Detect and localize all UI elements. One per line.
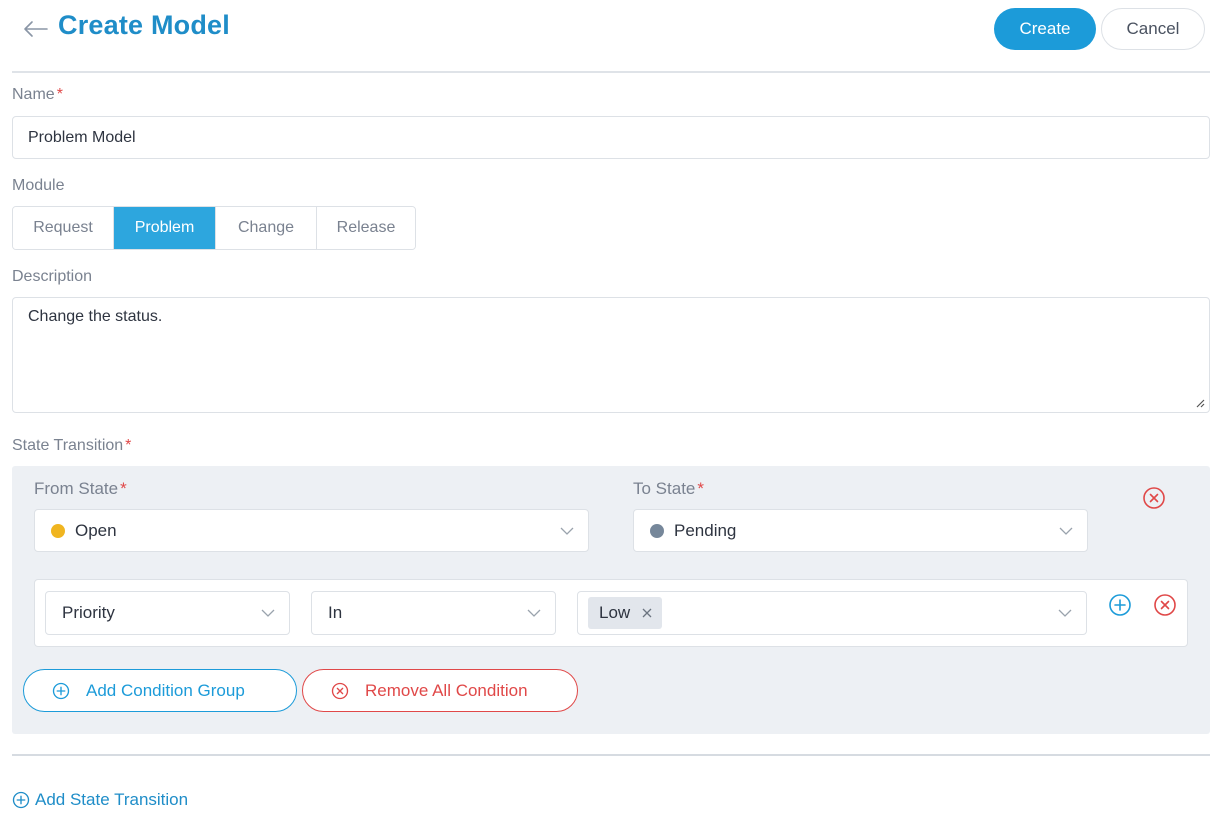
pending-status-dot [650,523,664,538]
module-option-request[interactable]: Request [13,207,114,249]
module-label: Module [12,177,65,194]
module-option-change[interactable]: Change [216,207,317,249]
tag-label: Low [599,603,631,622]
chevron-down-icon [261,609,275,617]
condition-field-select[interactable]: Priority [45,591,290,635]
state-transition-label: State Transition * [12,437,132,454]
remove-all-condition-button[interactable]: Remove All Condition [302,669,578,712]
chevron-down-icon [560,527,574,535]
required-mark: * [56,86,63,103]
description-value: Change the status. [28,308,163,325]
name-input[interactable]: Problem Model [12,116,1210,159]
from-state-value: Open [75,520,117,540]
required-mark: * [125,437,132,454]
from-state-label: From State * [34,479,127,498]
page-title: Create Model [58,10,230,40]
add-condition-icon[interactable] [1108,593,1132,617]
add-state-transition-label: Add State Transition [35,790,189,809]
circle-plus-icon [52,682,70,699]
to-state-label: To State * [633,479,704,498]
condition-value-multiselect[interactable]: Low [577,591,1087,635]
condition-row: Priority In Low [34,579,1188,647]
module-option-release[interactable]: Release [317,207,415,249]
add-condition-group-button[interactable]: Add Condition Group [23,669,297,712]
condition-value-tag: Low [588,597,663,629]
to-state-value: Pending [674,520,737,540]
condition-operator-value: In [328,603,343,622]
condition-operator-select[interactable]: In [311,591,556,635]
section-divider [12,754,1210,756]
remove-all-condition-label: Remove All Condition [365,680,528,700]
close-icon[interactable] [642,608,652,618]
condition-field-value: Priority [62,603,115,622]
description-textarea[interactable]: Change the status. [12,297,1210,413]
from-state-select[interactable]: Open [34,509,589,552]
chevron-down-icon [527,609,541,617]
page-header: Create Model Create Cancel [0,0,1232,72]
description-label: Description [12,268,93,285]
required-mark: * [120,479,127,498]
remove-transition-icon[interactable] [1142,486,1166,510]
circle-x-icon [331,682,349,699]
create-button[interactable]: Create [994,8,1096,50]
open-status-dot [51,523,65,538]
name-input-value: Problem Model [28,128,136,146]
add-condition-group-label: Add Condition Group [86,680,245,700]
chevron-down-icon [1059,527,1073,535]
required-mark: * [697,479,704,498]
to-state-select[interactable]: Pending [633,509,1088,552]
state-transition-panel: From State * To State * Open Pending Prior… [12,466,1210,734]
arrow-left-icon[interactable] [22,18,48,40]
resize-handle-icon[interactable] [1195,398,1205,408]
name-label: Name * [12,86,63,103]
add-state-transition-link[interactable]: Add State Transition [12,790,188,810]
header-divider [12,71,1210,73]
circle-plus-icon [12,791,30,809]
module-segmented-control: Request Problem Change Release [12,206,416,250]
remove-condition-icon[interactable] [1153,593,1177,617]
cancel-button[interactable]: Cancel [1101,8,1205,50]
module-option-problem[interactable]: Problem [114,207,216,249]
chevron-down-icon [1058,609,1072,617]
